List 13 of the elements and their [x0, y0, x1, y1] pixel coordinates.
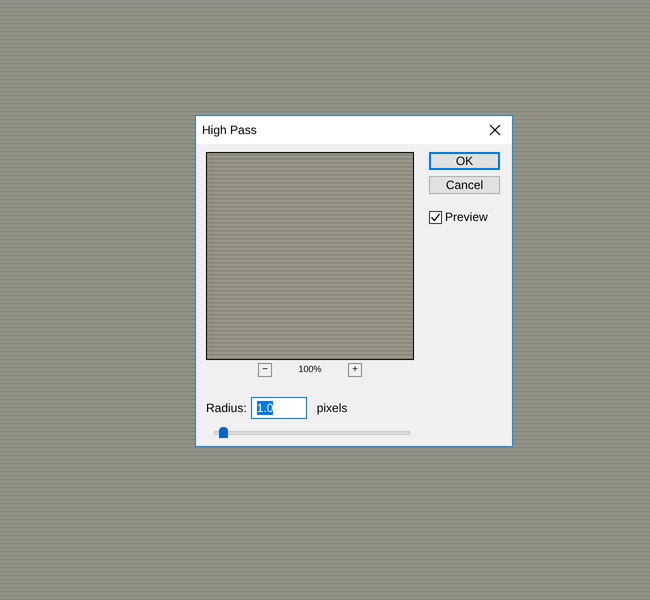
dialog-button[interactable]: Cancel: [429, 176, 500, 194]
radius-label: Radius:: [206, 400, 247, 417]
preview-checkbox[interactable]: [429, 210, 442, 224]
radius-input[interactable]: 1.0: [250, 397, 307, 419]
zoom-out-button[interactable]: −: [258, 363, 272, 377]
slider-thumb[interactable]: [218, 427, 228, 438]
checkbox-label: Preview: [445, 209, 488, 226]
close-icon: [489, 124, 501, 136]
zoom-level: 100%: [297, 363, 323, 376]
dialog-button[interactable]: OK: [429, 152, 500, 170]
zoom-in-button[interactable]: +: [348, 363, 362, 377]
unit-label: pixels: [316, 400, 348, 417]
window-title: High Pass: [202, 122, 257, 139]
